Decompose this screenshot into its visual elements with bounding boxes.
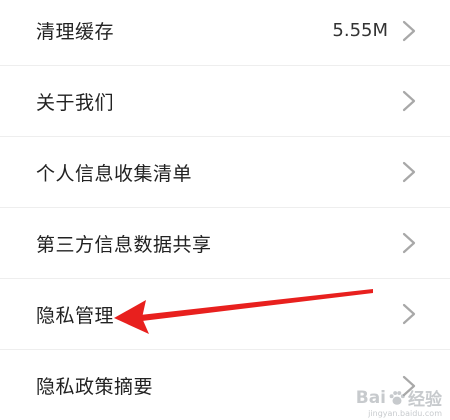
watermark-url: jingyan.baidu.com xyxy=(368,409,442,418)
watermark-brand-right: 经验 xyxy=(408,390,442,410)
watermark-brand-left: Bai xyxy=(355,387,386,408)
menu-item-label: 清理缓存 xyxy=(36,21,115,43)
watermark-logo: Bai 经验 xyxy=(355,385,442,411)
cache-size-value: 5.55M xyxy=(332,20,388,41)
baidu-jingyan-watermark: Bai 经验 jingyan.baidu.com xyxy=(355,385,442,419)
chevron-right-icon xyxy=(402,90,416,112)
menu-item-label: 隐私政策摘要 xyxy=(36,376,154,398)
menu-item-label: 隐私管理 xyxy=(36,304,115,327)
settings-screen: 清理缓存 5.55M 关于我们 个人信息收集清单 第三方信息数据共享 隐私管理 … xyxy=(0,0,450,420)
menu-item-about-us[interactable]: 关于我们 xyxy=(0,66,450,137)
menu-item-label: 第三方信息数据共享 xyxy=(36,233,212,256)
menu-item-third-party-sharing[interactable]: 第三方信息数据共享 xyxy=(0,208,450,279)
menu-item-privacy-management[interactable]: 隐私管理 xyxy=(0,279,450,350)
chevron-right-icon xyxy=(402,161,416,183)
menu-item-personal-info-list[interactable]: 个人信息收集清单 xyxy=(0,137,450,208)
paw-icon xyxy=(389,390,405,405)
menu-item-label: 关于我们 xyxy=(36,91,115,114)
chevron-right-icon xyxy=(402,303,416,325)
chevron-right-icon xyxy=(402,232,416,254)
menu-item-label: 个人信息收集清单 xyxy=(36,162,193,185)
chevron-right-icon xyxy=(402,20,416,41)
settings-list: 清理缓存 5.55M 关于我们 个人信息收集清单 第三方信息数据共享 隐私管理 … xyxy=(0,0,450,420)
menu-item-clear-cache[interactable]: 清理缓存 5.55M xyxy=(0,0,450,66)
